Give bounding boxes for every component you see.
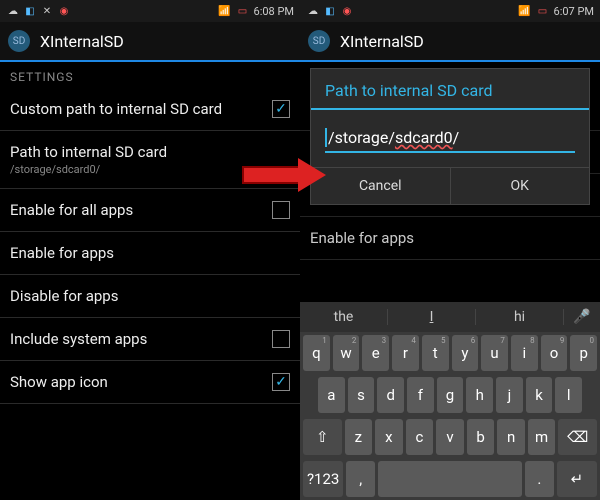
status-bar: ☁ ◧ ✕ ◉ 📶 ▭ 6:08 PM: [0, 0, 300, 22]
setting-label: Enable for apps: [10, 244, 114, 262]
key-q[interactable]: q1: [303, 335, 330, 371]
signal-icon: 📶: [218, 4, 232, 18]
checkbox-unchecked[interactable]: [272, 201, 290, 219]
key-u[interactable]: u7: [481, 335, 508, 371]
app-bar: SD XInternalSD: [300, 22, 600, 62]
key-j[interactable]: j: [496, 377, 523, 413]
app-icon: SD: [8, 30, 30, 52]
battery-icon: ▭: [536, 4, 550, 18]
key-i[interactable]: i8: [511, 335, 538, 371]
suggestion[interactable]: I: [388, 309, 476, 325]
shift-key[interactable]: ⇧: [303, 419, 342, 455]
key-t[interactable]: t5: [422, 335, 449, 371]
checkbox-unchecked[interactable]: [272, 330, 290, 348]
setting-disable-apps[interactable]: Disable for apps: [0, 275, 300, 318]
key-y[interactable]: y6: [452, 335, 479, 371]
app-bar: SD XInternalSD: [0, 22, 300, 62]
status-bar: ☁ ◧ ◉ 📶 ▭ 6:07 PM: [300, 0, 600, 22]
notif-icon: ◧: [23, 4, 37, 18]
key-k[interactable]: k: [526, 377, 553, 413]
key-z[interactable]: z: [345, 419, 373, 455]
backspace-key[interactable]: ⌫: [558, 419, 597, 455]
setting-label: Custom path to internal SD card: [10, 100, 222, 118]
key-x[interactable]: x: [375, 419, 403, 455]
clock: 6:08 PM: [254, 5, 294, 18]
checkbox-checked[interactable]: ✓: [272, 100, 290, 118]
symbols-key[interactable]: ?123: [303, 461, 343, 497]
setting-include-system[interactable]: Include system apps: [0, 318, 300, 361]
setting-label: Include system apps: [10, 330, 147, 348]
app-title: XInternalSD: [340, 32, 424, 51]
signal-icon: 📶: [518, 4, 532, 18]
notif-icon: ◉: [57, 4, 71, 18]
screen-right: ☁ ◧ ◉ 📶 ▭ 6:07 PM SD XInternalSD SETTING…: [300, 0, 600, 500]
key-n[interactable]: n: [497, 419, 525, 455]
suggestion[interactable]: the: [300, 309, 388, 325]
key-a[interactable]: a: [318, 377, 345, 413]
notif-icon: ◉: [340, 4, 354, 18]
setting-enable-all[interactable]: Enable for all apps: [0, 189, 300, 232]
setting-label: Show app icon: [10, 373, 108, 391]
setting-enable-apps[interactable]: Enable for apps: [0, 232, 300, 275]
setting-bg: Enable for apps: [300, 217, 600, 260]
key-f[interactable]: f: [407, 377, 434, 413]
key-o[interactable]: o9: [541, 335, 568, 371]
notif-icon: ◧: [323, 4, 337, 18]
dialog-path: Path to internal SD card /storage/sdcard…: [310, 68, 590, 205]
key-p[interactable]: p0: [570, 335, 597, 371]
setting-label: Path to internal SD card: [10, 143, 167, 161]
key-v[interactable]: v: [436, 419, 464, 455]
dialog-input[interactable]: /storage/sdcard0/: [325, 124, 575, 153]
key-.[interactable]: .: [525, 461, 554, 497]
key-m[interactable]: m: [528, 419, 556, 455]
battery-icon: ▭: [236, 4, 250, 18]
setting-label: Disable for apps: [10, 287, 118, 305]
suggestion-row: the I hi 🎤: [300, 302, 600, 332]
enter-key[interactable]: ↵: [557, 461, 597, 497]
key-l[interactable]: l: [555, 377, 582, 413]
notif-icon: ☁: [306, 4, 320, 18]
key-e[interactable]: e3: [362, 335, 389, 371]
section-header: SETTINGS: [0, 62, 300, 88]
key-row-3: ⇧zxcvbnm⌫: [300, 416, 600, 458]
notif-icon: ✕: [40, 4, 54, 18]
key-s[interactable]: s: [348, 377, 375, 413]
setting-sublabel: /storage/sdcard0/: [10, 163, 167, 176]
key-row-2: asdfghjkl: [300, 374, 600, 416]
key-d[interactable]: d: [377, 377, 404, 413]
key-w[interactable]: w2: [333, 335, 360, 371]
settings-list: Custom path to internal SD card ✓ Path t…: [0, 88, 300, 404]
key-row-4: ?123,.↵: [300, 458, 600, 500]
key-,[interactable]: ,: [346, 461, 375, 497]
space-key[interactable]: [378, 461, 522, 497]
tutorial-arrow-icon: [242, 160, 332, 190]
app-title: XInternalSD: [40, 32, 124, 51]
notif-icon: ☁: [6, 4, 20, 18]
key-r[interactable]: r4: [392, 335, 419, 371]
setting-label: Enable for all apps: [10, 201, 133, 219]
key-c[interactable]: c: [406, 419, 434, 455]
mic-icon[interactable]: 🎤: [564, 309, 600, 325]
ok-button[interactable]: OK: [450, 168, 590, 204]
setting-show-icon[interactable]: Show app icon ✓: [0, 361, 300, 404]
keyboard: the I hi 🎤 q1w2e3r4t5y6u7i8o9p0 asdfghjk…: [300, 302, 600, 500]
key-g[interactable]: g: [437, 377, 464, 413]
key-row-1: q1w2e3r4t5y6u7i8o9p0: [300, 332, 600, 374]
checkbox-checked[interactable]: ✓: [272, 373, 290, 391]
screen-left: ☁ ◧ ✕ ◉ 📶 ▭ 6:08 PM SD XInternalSD SETTI…: [0, 0, 300, 500]
setting-custom-path[interactable]: Custom path to internal SD card ✓: [0, 88, 300, 131]
key-b[interactable]: b: [467, 419, 495, 455]
clock: 6:07 PM: [554, 5, 594, 18]
key-h[interactable]: h: [466, 377, 493, 413]
app-icon: SD: [308, 30, 330, 52]
suggestion[interactable]: hi: [476, 309, 564, 325]
dialog-title: Path to internal SD card: [311, 69, 589, 110]
